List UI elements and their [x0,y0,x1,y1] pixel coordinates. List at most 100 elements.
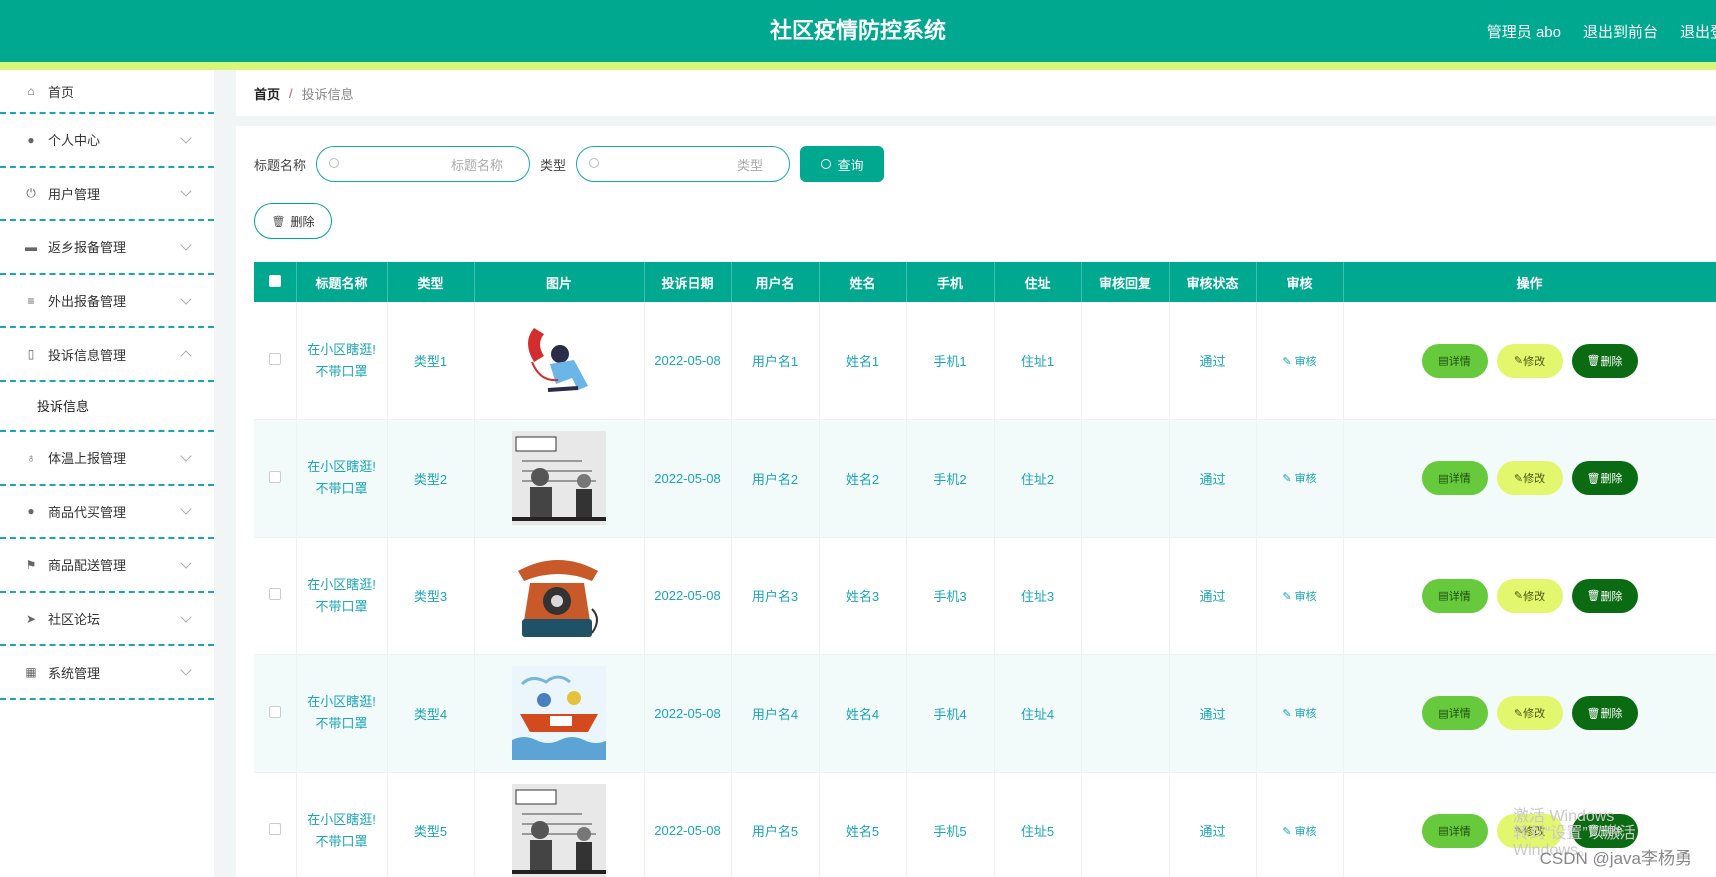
row-select-cell[interactable] [254,537,297,655]
type-search-input[interactable] [623,155,764,175]
row-checkbox[interactable] [268,588,281,601]
edit-pen-icon: ✎ [1513,355,1524,367]
row-select-cell[interactable] [254,302,297,420]
audit-link[interactable]: ✎ 审核 [1282,473,1316,485]
delete-button[interactable]: 🗑 删除 [1571,696,1638,731]
type-cell: 类型2 [387,419,475,538]
doc-icon: ▤ [1438,472,1449,485]
chevron-down-icon [180,503,192,516]
title-search-input[interactable] [363,155,504,175]
edit-label: 修改 [1523,708,1546,721]
sidebar-item-forum[interactable]: ➤ 社区论坛 [0,593,214,647]
edit-button[interactable]: ✎ 修改 [1496,578,1563,613]
sidebar-item-label: 系统管理 [48,665,101,681]
reply-cell [1081,419,1170,538]
date-cell: 2022-05-08 [644,537,732,655]
audit-cell[interactable]: ✎ 审核 [1256,302,1344,420]
title-cell: 在小区瞎逛! 不带口罩 [296,302,388,420]
audit-link[interactable]: ✎ 审核 [1282,826,1316,838]
row-select-cell[interactable] [254,772,297,877]
row-select-cell[interactable] [254,654,297,773]
detail-button[interactable]: ▤ 详情 [1421,343,1488,378]
image-cell [474,302,645,420]
sidebar-item-complaint[interactable]: ▯ 投诉信息管理 [0,328,214,382]
address-cell: 住址3 [994,537,1082,655]
trash-icon: 🗑 [1586,707,1601,720]
sidebar-item-label: 体温上报管理 [48,451,127,467]
audit-link[interactable]: ✎ 审核 [1282,708,1316,720]
audit-link[interactable]: ✎ 审核 [1282,356,1316,368]
audit-link[interactable]: ✎ 审核 [1282,591,1316,603]
sidebar-item-home[interactable]: ⌂ 首页 [0,70,214,114]
flag-icon: ⚑ [25,557,37,572]
detail-label: 详情 [1448,355,1471,368]
breadcrumb-home[interactable]: 首页 [254,84,280,103]
type-cell: 类型1 [387,302,475,420]
sidebar-item-delivery[interactable]: ⚑ 商品配送管理 [0,539,214,593]
title-cell: 在小区瞎逛! 不带口罩 [296,537,388,655]
trash-icon: 🗑 [1586,355,1601,367]
select-all-checkbox[interactable] [268,274,281,287]
row-title: 不带口罩 [315,833,368,849]
top-bar: 社区疫情防控系统 管理员 abo 退出到前台 退出登录 [0,0,1716,62]
search-icon [820,159,831,169]
detail-button[interactable]: ▤ 详情 [1421,696,1488,731]
admin-link[interactable]: 管理员 abo [1487,21,1561,42]
chevron-down-icon [180,557,192,569]
column-header: 用户名 [731,262,820,302]
edit-button[interactable]: ✎ 修改 [1496,343,1563,378]
name-cell: 姓名3 [819,537,907,655]
select-all-header[interactable] [254,262,297,302]
search-form: 标题名称 类型 查询 [254,146,885,182]
sidebar-item-return[interactable]: ▬ 返乡报备管理 [0,221,214,275]
edit-button[interactable]: ✎ 修改 [1496,461,1563,496]
column-header: 手机 [906,262,995,302]
delete-label: 删除 [1600,708,1623,721]
batch-delete-button[interactable]: 🗑 删除 [254,203,332,239]
row-checkbox[interactable] [268,353,281,365]
sidebar-item-label: 社区论坛 [48,612,101,628]
audit-cell[interactable]: ✎ 审核 [1256,654,1344,773]
phone-icon: ▯ [27,347,35,362]
audit-label: 审核 [1294,825,1317,838]
detail-button[interactable]: ▤ 详情 [1421,461,1488,496]
sidebar-item-outing[interactable]: ≡ 外出报备管理 [0,275,214,329]
sidebar: ⌂ 首页 ● 个人中心 ⏻ 用户管理 ▬ 返乡报备管理 ≡ 外出报备管理 ▯ 投… [0,70,214,877]
detail-button[interactable]: ▤ 详情 [1421,578,1488,613]
delete-button[interactable]: 🗑 删除 [1571,578,1638,613]
username-cell: 用户名4 [731,654,820,773]
sidebar-item-users[interactable]: ⏻ 用户管理 [0,168,214,222]
audit-label: 审核 [1294,473,1317,486]
query-button[interactable]: 查询 [800,146,885,182]
row-select-cell[interactable] [254,419,297,538]
sidebar-subitem-complaint-info[interactable]: 投诉信息 [0,382,214,432]
sidebar-item-purchase[interactable]: ● 商品代买管理 [0,486,214,540]
phone-cell: 手机4 [906,654,995,773]
table-header-row: 标题名称 类型 图片 投诉日期 用户名 姓名 手机 住址 审核回复 审核状态 审… [254,262,1716,302]
detail-button[interactable]: ▤ 详情 [1421,813,1488,848]
edit-button[interactable]: ✎ 修改 [1496,696,1563,731]
sidebar-item-profile[interactable]: ● 个人中心 [0,114,214,168]
type-search-box[interactable] [576,146,791,182]
delete-button[interactable]: 🗑 删除 [1571,343,1638,378]
logout-link[interactable]: 退出登录 [1680,21,1716,42]
chevron-down-icon [180,610,192,623]
search-icon [589,158,600,168]
trash-icon: 🗑 [271,215,286,228]
row-checkbox[interactable] [268,705,281,718]
row-title: 在小区瞎逛! [307,459,376,475]
audit-cell[interactable]: ✎ 审核 [1256,419,1344,538]
sidebar-item-temperature[interactable]: ♁ 体温上报管理 [0,432,214,486]
delete-button[interactable]: 🗑 删除 [1571,461,1638,496]
chat-icon: ▬ [25,239,37,254]
row-checkbox[interactable] [268,470,281,483]
address-cell: 住址2 [994,419,1082,538]
type-cell: 类型3 [387,537,475,655]
front-link[interactable]: 退出到前台 [1583,21,1658,42]
audit-cell[interactable]: ✎ 审核 [1256,772,1344,877]
sidebar-item-system[interactable]: ▦ 系统管理 [0,646,214,700]
name-cell: 姓名5 [819,772,907,877]
title-search-box[interactable] [316,146,531,182]
row-checkbox[interactable] [268,823,281,836]
audit-cell[interactable]: ✎ 审核 [1256,537,1344,655]
